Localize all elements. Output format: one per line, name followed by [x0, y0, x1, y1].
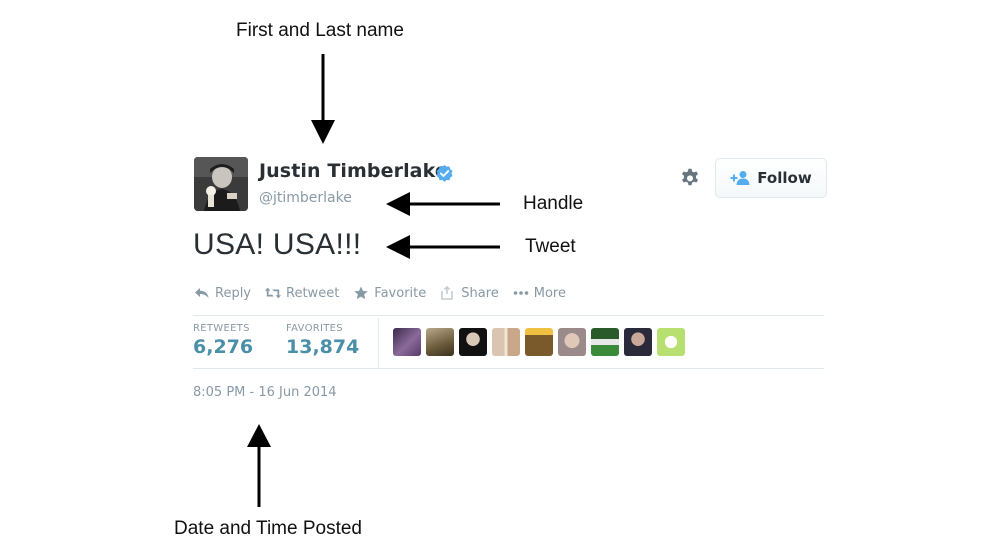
arrow-down-to-name [311, 54, 335, 144]
tweet-actions: Reply Retweet Favorite Share More [194, 283, 580, 303]
follow-button[interactable]: Follow [715, 158, 827, 198]
arrow-left-to-handle [386, 192, 500, 216]
favoriter-avatar[interactable] [657, 328, 685, 356]
retweets-label: RETWEETS [193, 323, 250, 334]
annotation-name-label: First and Last name [236, 20, 404, 41]
favoriter-avatar[interactable] [459, 328, 487, 356]
share-label: Share [461, 285, 499, 301]
follow-user-icon [730, 171, 750, 185]
favoriter-avatar[interactable] [624, 328, 652, 356]
annotation-handle-label: Handle [523, 193, 584, 214]
favorite-button[interactable]: Favorite [353, 286, 426, 301]
favoriter-avatar[interactable] [426, 328, 454, 356]
stats-separator [378, 318, 379, 368]
favoriter-avatar[interactable] [558, 328, 586, 356]
gear-icon[interactable] [679, 166, 701, 188]
favorites-stat[interactable]: FAVORITES 13,874 [286, 323, 359, 358]
handle[interactable]: @jtimberlake [259, 190, 352, 206]
star-icon [354, 286, 369, 300]
tweet-text: USA! USA!!! [193, 228, 362, 261]
reply-label: Reply [215, 285, 252, 301]
more-dots-icon [513, 291, 529, 295]
more-label: More [533, 285, 566, 301]
retweets-count: 6,276 [193, 336, 254, 358]
favoriters-avatars [393, 328, 685, 356]
verified-badge-icon [436, 164, 453, 182]
stats-bottom-divider [193, 368, 824, 369]
reply-icon [195, 288, 209, 298]
favoriter-avatar[interactable] [591, 328, 619, 356]
avatar[interactable] [194, 157, 248, 211]
favoriter-avatar[interactable] [525, 328, 553, 356]
retweets-stat[interactable]: RETWEETS 6,276 [193, 323, 253, 358]
favorites-label: FAVORITES [286, 323, 343, 334]
more-button[interactable]: More [513, 286, 566, 301]
arrow-left-to-tweet [386, 235, 500, 259]
tweet-timestamp[interactable]: 8:05 PM - 16 Jun 2014 [193, 385, 337, 400]
favoriter-avatar[interactable] [393, 328, 421, 356]
retweet-label: Retweet [286, 285, 340, 301]
avatar-image [194, 157, 248, 211]
arrow-up-to-timestamp [247, 424, 271, 507]
display-name[interactable]: Justin Timberlake [259, 160, 448, 182]
retweet-button[interactable]: Retweet [265, 286, 339, 301]
annotation-tweet-label: Tweet [525, 236, 576, 257]
stats-top-divider [193, 315, 824, 316]
retweet-icon [265, 287, 282, 299]
favorite-label: Favorite [374, 285, 427, 301]
reply-button[interactable]: Reply [194, 286, 251, 301]
share-button[interactable]: Share [440, 286, 499, 301]
follow-label: Follow [757, 169, 812, 187]
share-icon [441, 286, 454, 300]
favorites-count: 13,874 [286, 336, 360, 358]
annotation-date-label: Date and Time Posted [174, 518, 362, 539]
favoriter-avatar[interactable] [492, 328, 520, 356]
